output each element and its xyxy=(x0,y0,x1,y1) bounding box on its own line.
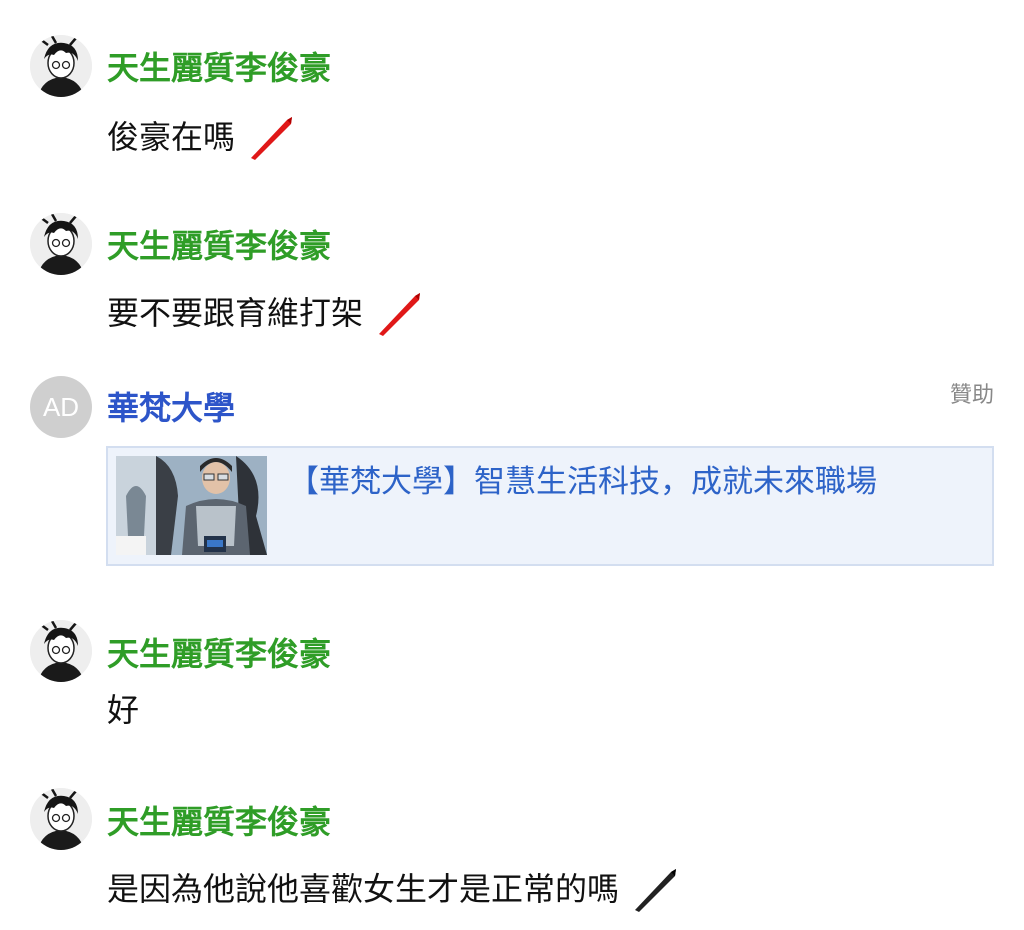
post-message: 要不要跟育維打架 xyxy=(107,288,425,338)
user-avatar-icon xyxy=(30,35,92,97)
avatar[interactable] xyxy=(30,788,92,850)
user-avatar-icon xyxy=(30,620,92,682)
post-message: 俊豪在嗎 xyxy=(107,112,297,162)
post-message-text: 要不要跟育維打架 xyxy=(107,294,364,332)
post-message: 好 xyxy=(107,688,139,732)
ad-avatar: AD xyxy=(30,376,92,438)
black-horn-icon xyxy=(631,864,681,914)
user-avatar-icon xyxy=(30,788,92,850)
post-author[interactable]: 天生麗質李俊豪 xyxy=(107,48,331,88)
post-author[interactable]: 天生麗質李俊豪 xyxy=(107,634,331,674)
post-message-text: 好 xyxy=(107,691,140,729)
avatar[interactable] xyxy=(30,35,92,97)
red-horn-icon xyxy=(247,112,297,162)
post-message: 是因為他說他喜歡女生才是正常的嗎 xyxy=(107,864,681,914)
user-avatar-icon xyxy=(30,213,92,275)
ad-title[interactable]: 【華梵大學】智慧生活科技，成就未來職場 xyxy=(288,462,877,502)
post-message-text: 俊豪在嗎 xyxy=(107,118,236,156)
post-author[interactable]: 天生麗質李俊豪 xyxy=(107,226,331,266)
avatar[interactable] xyxy=(30,213,92,275)
post-message-text: 是因為他說他喜歡女生才是正常的嗎 xyxy=(107,870,620,908)
ad-advertiser[interactable]: 華梵大學 xyxy=(107,388,235,428)
sponsored-label: 贊助 xyxy=(949,383,994,408)
avatar[interactable] xyxy=(30,620,92,682)
post-author[interactable]: 天生麗質李俊豪 xyxy=(107,802,331,842)
ad-thumbnail-image xyxy=(116,456,267,555)
red-horn-icon xyxy=(375,288,425,338)
ad-card[interactable]: 【華梵大學】智慧生活科技，成就未來職場 xyxy=(106,446,994,566)
